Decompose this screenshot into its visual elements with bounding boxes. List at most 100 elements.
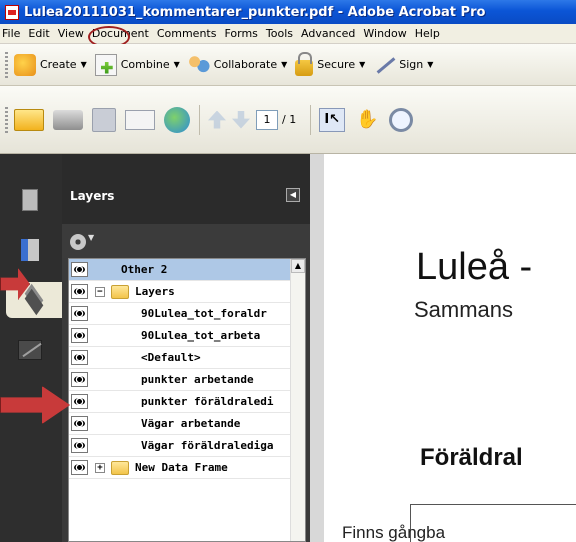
layer-label: 90Lulea_tot_arbeta: [141, 329, 261, 342]
menu-window[interactable]: Window: [359, 27, 410, 40]
layers-panel: Layers ◀ ▼ Other 2 − Layers 90Lulea_tot_…: [62, 154, 310, 542]
chevron-down-icon: ▼: [281, 60, 288, 69]
layer-row[interactable]: 90Lulea_tot_arbeta: [69, 325, 291, 347]
chevron-down-icon: ▼: [80, 60, 87, 69]
hand-tool-icon[interactable]: ✋: [355, 108, 379, 132]
layer-label: punkter arbetande: [141, 373, 254, 386]
collaborate-button[interactable]: Collaborate ▼: [187, 53, 288, 76]
layer-row[interactable]: punkter föräldraledi: [69, 391, 291, 413]
layer-row[interactable]: punkter arbetande: [69, 369, 291, 391]
open-folder-icon[interactable]: [14, 108, 44, 131]
menu-help[interactable]: Help: [411, 27, 444, 40]
folder-icon: [111, 285, 129, 299]
document-gutter: [310, 154, 324, 542]
signatures-panel-button[interactable]: [10, 332, 50, 368]
menu-bar: File Edit View Document Comments Forms T…: [0, 24, 576, 44]
pen-icon: [373, 54, 395, 76]
zoom-tool-icon[interactable]: [389, 107, 414, 132]
toolbar-grip[interactable]: [5, 106, 8, 133]
layers-panel-title: Layers: [70, 189, 115, 203]
pages-panel-button[interactable]: [10, 182, 50, 218]
layer-row[interactable]: Vägar föräldralediga: [69, 435, 291, 457]
create-icon: [14, 53, 36, 76]
layer-label: 90Lulea_tot_foraldr: [141, 307, 267, 320]
page-number-input[interactable]: 1: [256, 109, 278, 130]
menu-comments[interactable]: Comments: [153, 27, 221, 40]
layer-label: punkter föräldraledi: [141, 395, 274, 408]
eye-icon[interactable]: [71, 460, 88, 475]
scroll-up-icon[interactable]: ▲: [291, 259, 305, 273]
layer-row[interactable]: Other 2: [69, 259, 291, 281]
eye-icon[interactable]: [71, 438, 88, 453]
eye-icon[interactable]: [71, 394, 88, 409]
create-label: Create: [40, 58, 77, 71]
layer-label: Vägar föräldralediga: [141, 439, 274, 452]
eye-icon[interactable]: [71, 328, 88, 343]
eye-icon[interactable]: [71, 306, 88, 321]
eye-icon[interactable]: [71, 262, 88, 277]
menu-edit[interactable]: Edit: [24, 27, 53, 40]
expand-toggle-icon[interactable]: +: [95, 463, 105, 473]
layers-options-bar: ▼: [62, 224, 310, 258]
layers-icon: [21, 290, 47, 310]
toolbar-separator: [199, 104, 200, 135]
toolbar-separator: [310, 104, 312, 135]
document-page[interactable]: Luleå - Sammans Föräldral Finns gångba: [324, 154, 576, 542]
sign-button[interactable]: Sign ▼: [373, 54, 433, 76]
previous-page-icon[interactable]: [208, 110, 226, 129]
layer-group-row[interactable]: + New Data Frame: [69, 457, 291, 479]
layer-label: Layers: [135, 285, 175, 298]
bookmarks-panel-button[interactable]: [10, 232, 50, 268]
layer-label: New Data Frame: [135, 461, 228, 474]
toolbar-grip[interactable]: [5, 51, 8, 78]
layer-label: Other 2: [121, 263, 168, 276]
navigation-pane: [0, 154, 62, 542]
chevron-down-icon[interactable]: ▼: [88, 233, 94, 242]
secure-button[interactable]: Secure ▼: [295, 51, 366, 76]
layer-row[interactable]: <Default>: [69, 347, 291, 369]
eye-icon[interactable]: [71, 416, 88, 431]
collaborate-icon: [187, 53, 210, 76]
next-page-icon[interactable]: [232, 110, 250, 129]
folder-icon: [111, 461, 129, 475]
eye-icon[interactable]: [71, 372, 88, 387]
email-icon[interactable]: [125, 109, 155, 130]
pages-icon: [22, 189, 38, 211]
layers-scrollbar[interactable]: ▲: [290, 259, 305, 541]
menu-forms[interactable]: Forms: [220, 27, 261, 40]
signatures-icon: [18, 340, 42, 360]
document-heading: Föräldral: [420, 444, 523, 471]
collapse-panel-button[interactable]: ◀: [286, 188, 300, 202]
pdf-file-icon: [5, 4, 19, 20]
document-subtitle: Sammans: [414, 297, 514, 322]
layer-row[interactable]: 90Lulea_tot_foraldr: [69, 303, 291, 325]
window-title: Lulea20111031_kommentarer_punkter.pdf - …: [24, 4, 486, 20]
eye-icon[interactable]: [71, 284, 88, 299]
select-tool-icon[interactable]: I↖: [319, 107, 346, 132]
collaborate-label: Collaborate: [213, 58, 278, 71]
menu-tools[interactable]: Tools: [262, 27, 297, 40]
tasks-toolbar: Create ▼ Combine ▼ Collaborate ▼ Secure …: [0, 44, 576, 86]
document-title: Luleå -: [416, 246, 533, 288]
combine-button[interactable]: Combine ▼: [94, 53, 180, 76]
bookmarks-icon: [21, 239, 39, 261]
layer-label: Vägar arbetande: [141, 417, 241, 430]
menu-file[interactable]: File: [0, 27, 24, 40]
print-icon[interactable]: [53, 109, 83, 130]
sign-label: Sign: [399, 58, 424, 71]
gear-icon[interactable]: [70, 234, 86, 250]
layer-label: <Default>: [141, 351, 201, 364]
layer-row[interactable]: Vägar arbetande: [69, 413, 291, 435]
layers-tree: Other 2 − Layers 90Lulea_tot_foraldr 90L…: [68, 258, 306, 542]
page-total: / 1: [282, 113, 297, 126]
eye-icon[interactable]: [71, 350, 88, 365]
layer-group-row[interactable]: − Layers: [69, 281, 291, 303]
save-icon[interactable]: [92, 107, 116, 132]
collapse-toggle-icon[interactable]: −: [95, 287, 105, 297]
chevron-down-icon: ▼: [359, 60, 366, 69]
menu-view[interactable]: View: [54, 27, 88, 40]
secure-label: Secure: [317, 58, 356, 71]
menu-advanced[interactable]: Advanced: [297, 27, 359, 40]
web-globe-icon[interactable]: [164, 106, 190, 133]
create-button[interactable]: Create ▼: [14, 53, 87, 76]
